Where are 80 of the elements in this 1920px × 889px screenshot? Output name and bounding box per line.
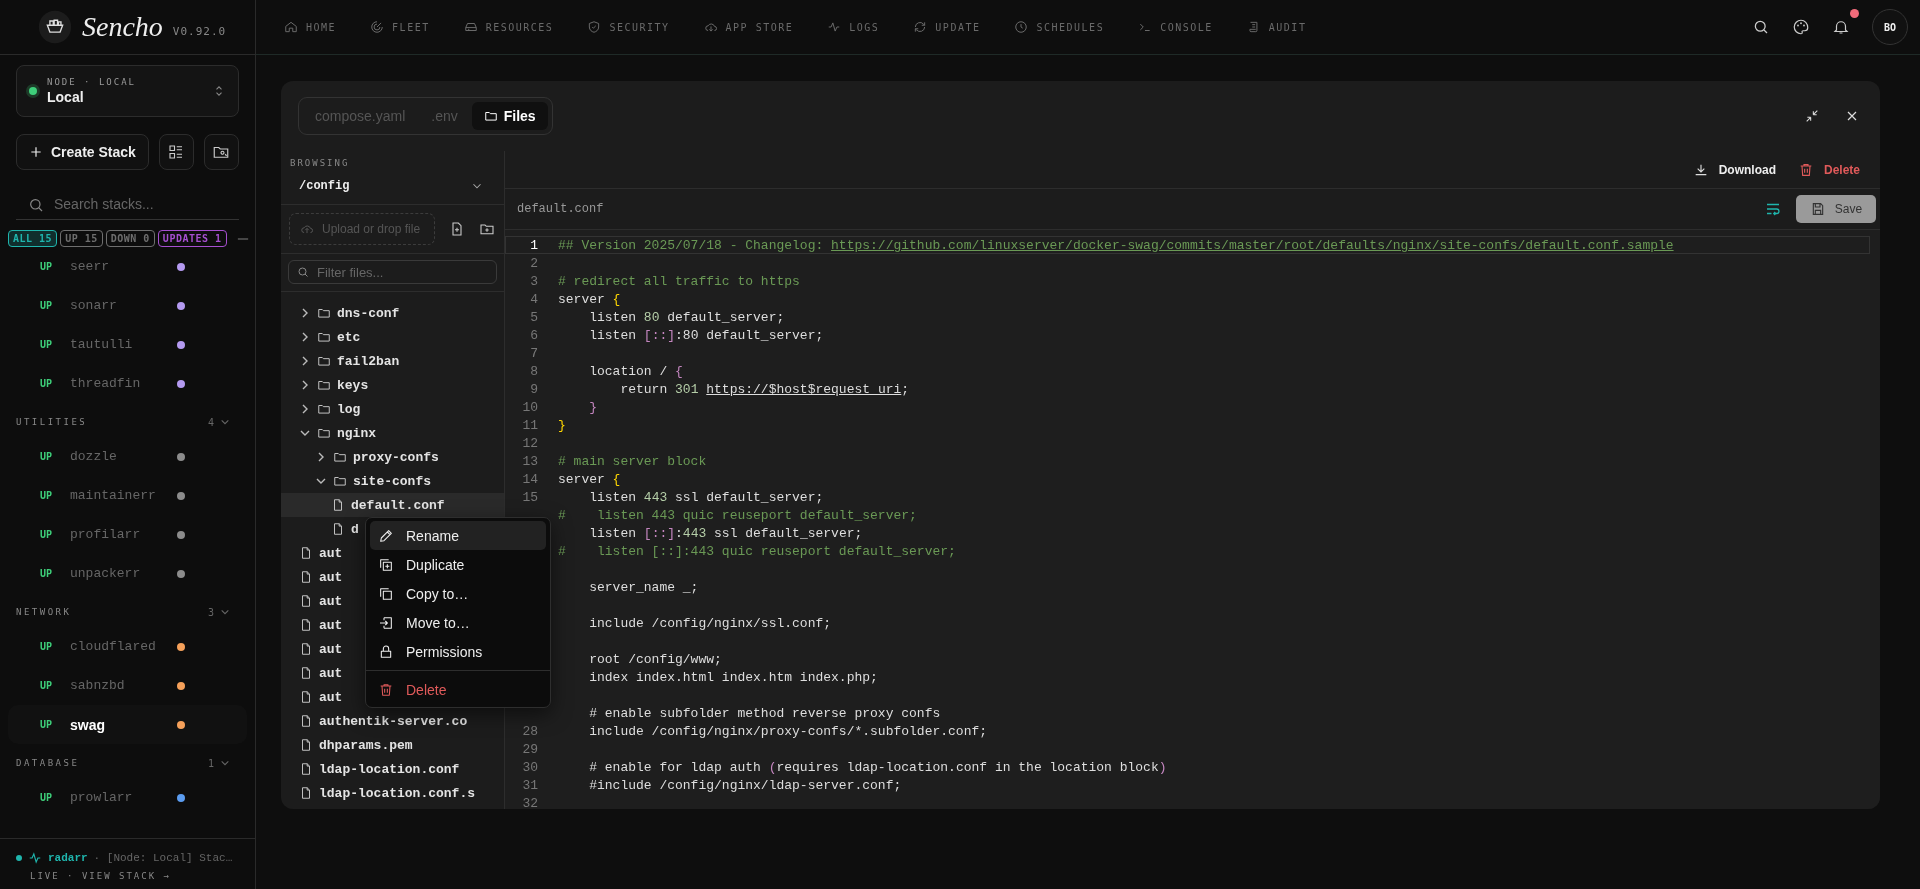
line-number: 29 xyxy=(522,741,538,757)
browsing-label: BROWSING xyxy=(289,158,351,168)
stack-name: profilarr xyxy=(70,527,142,542)
code-line: # enable subfolder method reverse proxy confs xyxy=(588,705,941,721)
status-label: UP xyxy=(40,719,54,730)
group-count: 3 xyxy=(207,606,214,618)
code-line: } xyxy=(558,417,566,433)
stack-name: prowlarr xyxy=(70,790,134,805)
line-number: 13 xyxy=(522,453,538,469)
code-line: listen 80 default_server; xyxy=(588,309,785,325)
code-line: listen [::]:443 ssl default_server; xyxy=(588,525,863,541)
code-line: location / { xyxy=(588,363,683,379)
line-number: 15 xyxy=(522,489,538,505)
status-label: UP xyxy=(40,378,54,389)
line-number: 1 xyxy=(530,237,538,253)
line-number: 9 xyxy=(530,381,538,397)
status-label: UP xyxy=(40,261,54,272)
status-label: UP xyxy=(40,490,54,501)
node-label: NODE · LOCAL xyxy=(47,77,138,87)
group-label: DATABASE xyxy=(16,758,81,768)
line-number: 5 xyxy=(530,309,538,325)
code-line: include /config/nginx/proxy-confs/*.subfolder.conf; xyxy=(588,723,988,739)
status-label: UP xyxy=(40,792,54,803)
line-number: 12 xyxy=(522,435,538,451)
code-line: root /config/www; xyxy=(588,651,722,667)
code-line: include /config/nginx/ssl.conf; xyxy=(588,615,832,631)
status-label: UP xyxy=(40,451,54,462)
activity-message: · [Node: Local] Stac… xyxy=(93,852,233,864)
code-line: } xyxy=(588,399,597,415)
code-line: server_name _; xyxy=(588,579,699,595)
stack-name: maintainerr xyxy=(70,488,157,503)
code-line: #include /config/nginx/ldap-server.conf; xyxy=(588,777,902,793)
code-line: # enable for ldap auth (requires ldap-location.conf in the location block) xyxy=(588,759,1167,775)
code-line: listen [::]:80 default_server; xyxy=(588,327,824,343)
status-label: UP xyxy=(40,680,54,691)
file-name: default.conf xyxy=(517,202,605,216)
stack-name: threadfin xyxy=(70,376,142,391)
code-line: return 301 https://$host$request_uri; xyxy=(619,381,910,397)
status-label: UP xyxy=(40,300,54,311)
code-line: listen 443 ssl default_server; xyxy=(588,489,824,505)
line-number: 32 xyxy=(522,795,538,809)
group-label: NETWORK xyxy=(16,607,73,617)
stack-name: sonarr xyxy=(70,298,118,313)
code-line: index index.html index.htm index.php; xyxy=(588,669,878,685)
line-number: 4 xyxy=(530,291,538,307)
group-count: 4 xyxy=(207,416,214,428)
group-label: UTILITIES xyxy=(16,417,89,427)
status-label: UP xyxy=(40,641,54,652)
code-line: # main server block xyxy=(558,453,707,469)
code-line: # listen 443 quic reuseport default_server; xyxy=(558,507,917,523)
code-line: # listen [::]:443 quic reuseport default_server; xyxy=(558,543,956,559)
status-label: UP xyxy=(40,529,54,540)
stack-name: seerr xyxy=(70,259,110,274)
line-number: 3 xyxy=(530,273,538,289)
stack-name: swag xyxy=(70,716,106,733)
status-label: UP xyxy=(40,568,54,579)
line-number: 6 xyxy=(530,327,538,343)
group-count: 1 xyxy=(207,757,214,769)
stack-name: tautulli xyxy=(70,337,134,352)
line-number: 7 xyxy=(530,345,538,361)
line-number: 31 xyxy=(522,777,538,793)
code-line: ## Version 2025/07/18 - Changelog: https://github.com/linuxserver/docker-swag/commits/master/root/defaults/nginx/site-confs/default.conf.sample xyxy=(558,237,1674,253)
line-number: 14 xyxy=(522,471,538,487)
stack-name: sabnzbd xyxy=(70,678,126,693)
stack-name: dozzle xyxy=(70,449,118,464)
brand-name: Sencho xyxy=(82,11,163,43)
stack-name: unpackerr xyxy=(70,566,142,581)
line-number: 10 xyxy=(522,399,538,415)
line-number: 2 xyxy=(530,255,538,271)
code-line: # redirect all traffic to https xyxy=(558,273,800,289)
stack-name: cloudflared xyxy=(70,639,157,654)
node-name: Local xyxy=(47,89,85,105)
line-number: 28 xyxy=(522,723,538,739)
code-line: server { xyxy=(558,471,621,487)
code-line: server { xyxy=(558,291,621,307)
version-label: V0.92.0 xyxy=(172,24,227,38)
line-number: 8 xyxy=(530,363,538,379)
line-number: 30 xyxy=(522,759,538,775)
status-label: UP xyxy=(40,339,54,350)
line-number: 11 xyxy=(522,417,538,433)
